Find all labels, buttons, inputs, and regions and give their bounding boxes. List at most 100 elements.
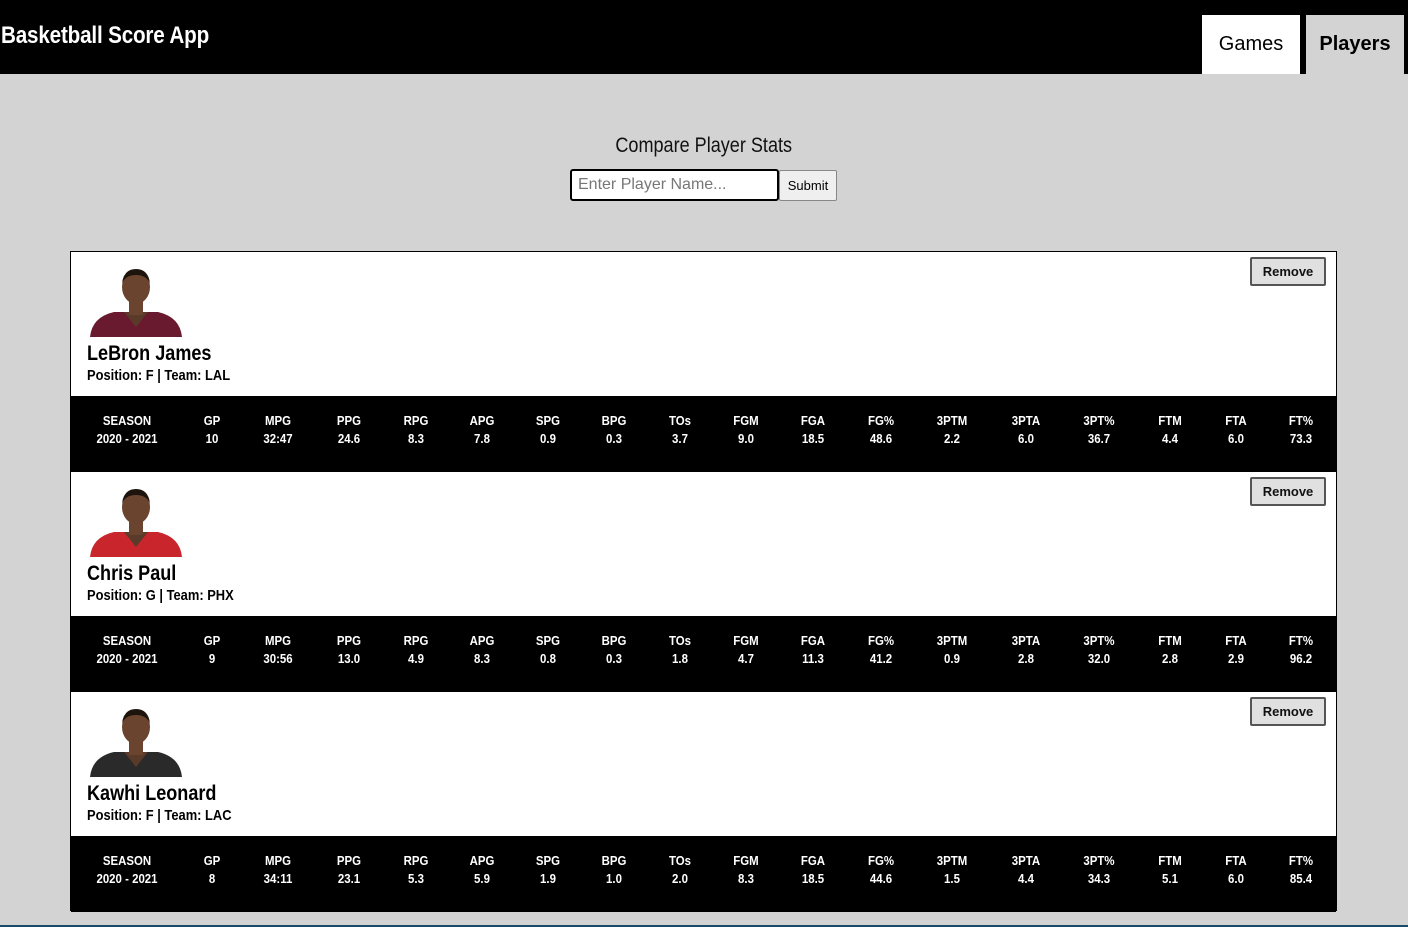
stat-column: FTA 2.9 — [1225, 633, 1246, 666]
tab-players[interactable]: Players — [1306, 15, 1404, 74]
stat-header: SEASON — [102, 853, 152, 868]
stat-value: 73.3 — [1289, 431, 1313, 446]
stat-column: APG 7.8 — [470, 413, 495, 446]
stat-column: FGM 8.3 — [733, 853, 758, 886]
stat-header: FG% — [867, 413, 895, 428]
stat-header: BPG — [601, 633, 627, 648]
stat-value: 6.0 — [1228, 871, 1244, 886]
stat-value: 30:56 — [263, 651, 293, 666]
stat-value: 1.8 — [672, 651, 688, 666]
player-headshot — [88, 705, 184, 777]
stat-header: FGA — [800, 413, 826, 428]
stat-header: FT% — [1288, 853, 1314, 868]
player-position-team: Position: F | Team: LAC — [87, 807, 232, 824]
stat-value: 8.3 — [738, 871, 754, 886]
stat-header: 3PT% — [1083, 413, 1115, 428]
stat-header: FGA — [800, 853, 826, 868]
players-panel: LeBron James Position: F | Team: LAL Remov… — [70, 251, 1337, 912]
stat-value: 0.8 — [540, 651, 556, 666]
stat-column: GP 9 — [204, 633, 221, 666]
stat-value: 9.0 — [738, 431, 754, 446]
player-name: Kawhi Leonard — [87, 782, 217, 805]
stat-value: 18.5 — [801, 871, 825, 886]
stat-value: 24.6 — [337, 431, 361, 446]
stat-header: FTA — [1225, 633, 1247, 648]
player-stats-row: SEASON 2020 - 2021 GP 9 MPG 30:56 PPG 13.0 RPG 4.… — [71, 616, 1336, 692]
stat-header: FGM — [733, 413, 759, 428]
stat-header: 3PTA — [1011, 853, 1041, 868]
stat-value: 9 — [208, 651, 216, 666]
stat-value: 7.8 — [474, 431, 490, 446]
stat-header: 3PTA — [1011, 413, 1041, 428]
stat-value: 5.9 — [474, 871, 490, 886]
stat-column: 3PT% 32.0 — [1083, 633, 1114, 666]
player-card: Chris Paul Position: G | Team: PHX Remove S… — [71, 472, 1336, 692]
stat-column: SPG 1.9 — [536, 853, 560, 886]
player-name: Chris Paul — [87, 562, 177, 585]
stat-header: SEASON — [102, 413, 152, 428]
stat-column: FG% 41.2 — [868, 633, 894, 666]
stat-header: RPG — [403, 853, 429, 868]
stat-header: 3PTM — [936, 413, 968, 428]
app-header: Basketball Score App Games Players — [0, 0, 1408, 74]
player-search-input[interactable] — [570, 169, 779, 201]
stat-column: RPG 5.3 — [404, 853, 429, 886]
stat-column: 3PT% 36.7 — [1083, 413, 1114, 446]
stat-value: 6.0 — [1228, 431, 1244, 446]
stat-header: FGM — [733, 853, 759, 868]
player-stats-row: SEASON 2020 - 2021 GP 8 MPG 34:11 PPG 23.1 RPG 5.… — [71, 836, 1336, 912]
stat-value: 2020 - 2021 — [96, 651, 158, 666]
player-headshot — [88, 265, 184, 337]
stat-header: RPG — [403, 633, 429, 648]
stat-column: FTA 6.0 — [1225, 413, 1246, 446]
stat-column: APG 8.3 — [470, 633, 495, 666]
remove-player-button[interactable]: Remove — [1250, 697, 1326, 726]
stat-header: APG — [469, 413, 495, 428]
stat-header: APG — [469, 853, 495, 868]
stat-column: PPG 23.1 — [337, 853, 361, 886]
stat-column: FTM 4.4 — [1158, 413, 1182, 446]
stat-value: 8.3 — [408, 431, 424, 446]
stat-column: TOs 2.0 — [669, 853, 691, 886]
stat-value: 2020 - 2021 — [96, 431, 158, 446]
stat-header: SPG — [535, 633, 561, 648]
player-position-team: Position: G | Team: PHX — [87, 587, 234, 604]
stat-header: FGM — [733, 633, 759, 648]
stat-value: 8 — [208, 871, 216, 886]
stat-column: RPG 4.9 — [404, 633, 429, 666]
stat-value: 34.3 — [1087, 871, 1111, 886]
stat-header: FTM — [1158, 413, 1182, 428]
stat-value: 2.2 — [944, 431, 960, 446]
stat-column: 3PTA 2.8 — [1012, 633, 1040, 666]
player-card: LeBron James Position: F | Team: LAL Remov… — [71, 252, 1336, 472]
stat-column: GP 8 — [204, 853, 221, 886]
stat-value: 32.0 — [1087, 651, 1111, 666]
stat-column: TOs 3.7 — [669, 413, 691, 446]
stat-header: FTA — [1225, 853, 1247, 868]
stat-value: 36.7 — [1087, 431, 1111, 446]
stat-value: 10 — [205, 431, 219, 446]
remove-player-button[interactable]: Remove — [1250, 477, 1326, 506]
stat-header: TOs — [668, 633, 692, 648]
stat-value: 0.9 — [540, 431, 556, 446]
stat-column: FT% 85.4 — [1289, 853, 1313, 886]
player-info: Kawhi Leonard Position: F | Team: LAC Remo… — [71, 692, 1336, 836]
stat-header: PPG — [336, 633, 362, 648]
stat-header: APG — [469, 633, 495, 648]
stat-header: GP — [203, 413, 221, 428]
tab-games[interactable]: Games — [1202, 15, 1300, 74]
stat-header: FT% — [1288, 633, 1314, 648]
stat-header: FTM — [1158, 633, 1182, 648]
stat-value: 1.9 — [540, 871, 556, 886]
stat-header: PPG — [336, 853, 362, 868]
stat-value: 2.9 — [1228, 651, 1244, 666]
stat-column: 3PTM 1.5 — [937, 853, 968, 886]
stat-column: SEASON 2020 - 2021 — [96, 853, 157, 886]
stat-header: SPG — [535, 853, 561, 868]
stat-value: 4.7 — [738, 651, 754, 666]
remove-player-button[interactable]: Remove — [1250, 257, 1326, 286]
stat-value: 4.4 — [1162, 431, 1178, 446]
stat-header: FG% — [867, 633, 895, 648]
stat-column: FTA 6.0 — [1225, 853, 1246, 886]
submit-button[interactable]: Submit — [779, 170, 837, 201]
